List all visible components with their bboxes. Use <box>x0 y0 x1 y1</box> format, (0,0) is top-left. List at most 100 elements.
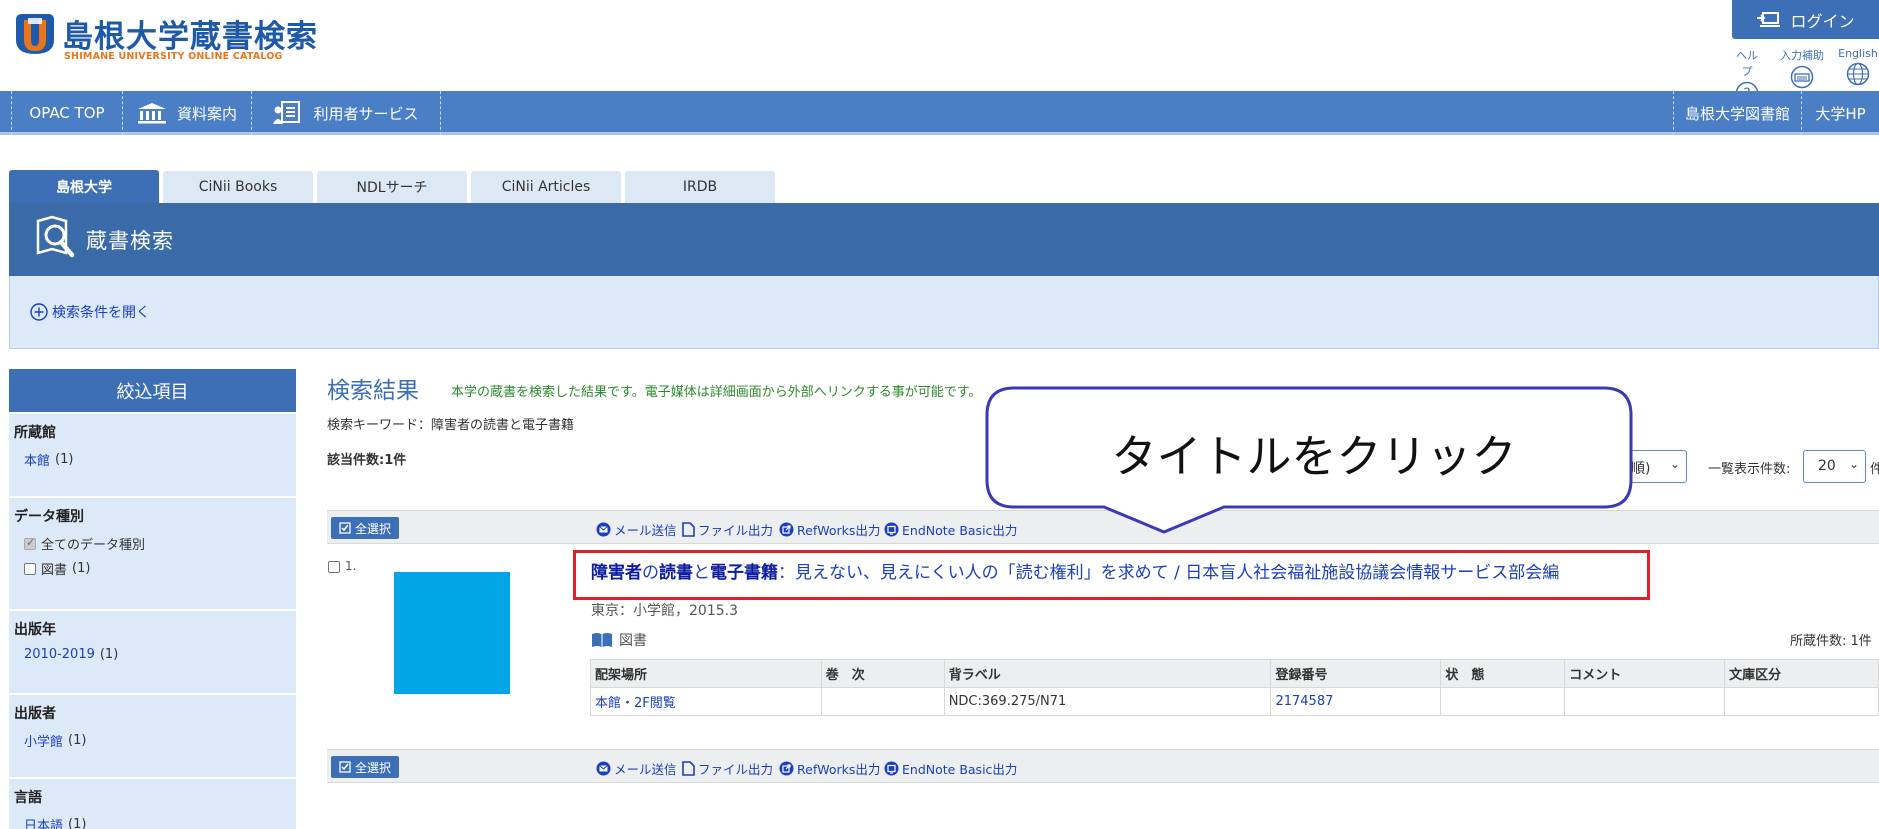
facet-item[interactable]: 小学館 (1) <box>24 731 291 750</box>
tab-cinii-articles[interactable]: CiNii Articles <box>471 171 621 203</box>
facet-label: 図書 <box>41 563 68 578</box>
nav-library-link[interactable]: 島根大学図書館 <box>1673 91 1802 135</box>
material-type-label: 図書 <box>619 633 647 649</box>
facet-count: (1) <box>72 561 91 576</box>
refworks-label: RefWorks出力 <box>797 523 881 538</box>
logo-subtitle: SHIMANE UNIVERSITY ONLINE CATALOG <box>64 51 283 62</box>
title-highlight-box <box>573 550 1650 600</box>
checkbox[interactable] <box>24 562 36 575</box>
export-icon <box>884 761 899 776</box>
facet-link[interactable]: 2010-2019 <box>24 647 95 662</box>
file-export-action[interactable]: ファイル出力 <box>682 759 773 778</box>
mail-icon <box>596 522 611 537</box>
facet-title: データ種別 <box>14 509 84 525</box>
email-action[interactable]: メール送信 <box>596 520 677 539</box>
result-count: 該当件数:1件 <box>327 453 407 468</box>
per-page-value: 20 <box>1818 458 1836 474</box>
english-label: English <box>1838 47 1878 60</box>
file-export-action[interactable]: ファイル出力 <box>682 520 773 539</box>
facet-title: 出版者 <box>14 706 56 722</box>
facet-link[interactable]: 日本語 <box>24 815 63 829</box>
tab-irdb[interactable]: IRDB <box>625 171 775 203</box>
file-icon <box>682 522 695 537</box>
help-label: ヘルプ <box>1736 49 1758 78</box>
select-all-label: 全選択 <box>355 760 392 775</box>
opac-page: 島根大学蔵書検索 SHIMANE UNIVERSITY ONLINE CATAL… <box>0 0 1879 829</box>
search-banner: 蔵書検索 <box>9 203 1879 276</box>
nav-user-services-label: 利用者サービス <box>313 104 419 123</box>
select-all-button[interactable]: 全選択 <box>331 517 400 539</box>
facet-item[interactable]: 図書 (1) <box>24 559 291 578</box>
english-link[interactable]: English <box>1838 47 1878 86</box>
chevron-down-icon: ⌄ <box>1669 457 1680 471</box>
keyboard-icon <box>1790 65 1814 89</box>
login-button[interactable]: ログイン <box>1732 0 1879 39</box>
facet-count: (1) <box>68 817 87 829</box>
facet-title: 所蔵館 <box>14 425 56 441</box>
file-export-label: ファイル出力 <box>698 523 774 538</box>
facet-item[interactable]: 日本語 (1) <box>24 815 291 829</box>
checkbox-icon <box>339 761 351 773</box>
book-icon <box>592 633 612 647</box>
select-all-label: 全選択 <box>355 521 392 536</box>
facet-count: (1) <box>68 733 87 748</box>
facet-item[interactable]: 全てのデータ種別 <box>24 534 291 553</box>
per-page-select[interactable]: 20 ⌄ <box>1803 450 1866 483</box>
holdings-header: 文庫区分 <box>1724 659 1879 688</box>
refworks-action[interactable]: RefWorks出力 <box>779 520 880 539</box>
facet-data-type: データ種別 全てのデータ種別 図書 (1) <box>9 496 296 609</box>
site-logo[interactable]: 島根大学蔵書検索 SHIMANE UNIVERSITY ONLINE CATAL… <box>12 8 317 62</box>
per-page-unit: 件 <box>1870 462 1879 477</box>
nav-materials-guide[interactable]: 資料案内 <box>123 91 252 135</box>
select-all-button[interactable]: 全選択 <box>331 756 400 778</box>
open-conditions-label: 検索条件を開く <box>52 305 150 321</box>
refworks-action[interactable]: RefWorks出力 <box>779 759 880 778</box>
tab-shimane[interactable]: 島根大学 <box>9 170 159 203</box>
filter-sidebar-header: 絞込項目 <box>9 369 296 412</box>
record-publisher: 東京：小学館，2015.3 <box>591 603 738 619</box>
nav-user-services[interactable]: 利用者サービス <box>252 91 441 135</box>
endnote-action[interactable]: EndNote Basic出力 <box>884 759 1017 778</box>
facet-item[interactable]: 2010-2019 (1) <box>24 647 291 662</box>
facet-pub-year: 出版年 2010-2019 (1) <box>9 609 296 693</box>
search-condition-panel: 検索条件を開く <box>9 276 1879 349</box>
book-cover-thumbnail[interactable] <box>394 572 510 694</box>
facet-title: 出版年 <box>14 622 56 638</box>
catalog-search-icon <box>36 215 75 258</box>
registration-number-link[interactable]: 2174587 <box>1275 694 1333 709</box>
holdings-header: 状 態 <box>1440 659 1566 688</box>
facet-item[interactable]: 本館 (1) <box>24 450 291 469</box>
facet-link[interactable]: 本館 <box>24 450 50 469</box>
holdings-header: 配架場所 <box>590 659 822 688</box>
results-note: 本学の蔵書を検索した結果です。電子媒体は詳細画面から外部へリンクする事が可能です… <box>451 385 982 400</box>
library-building-icon <box>137 103 166 124</box>
holdings-cell[interactable]: 2174587 <box>1270 687 1442 716</box>
results-title: 検索結果 <box>327 378 419 404</box>
tab-ndl-search[interactable]: NDLサーチ <box>317 171 467 203</box>
facet-link[interactable]: 小学館 <box>24 731 63 750</box>
record-checkbox[interactable] <box>328 561 340 573</box>
holdings-cell[interactable]: 本館・2F閲覧 <box>590 687 822 716</box>
checkbox[interactable] <box>24 536 36 550</box>
email-action-label: メール送信 <box>614 523 677 538</box>
holdings-header: 巻 次 <box>820 659 945 688</box>
login-label: ログイン <box>1790 11 1855 31</box>
facet-language: 言語 日本語 (1) <box>9 777 296 829</box>
location-link[interactable]: 本館・2F閲覧 <box>595 696 676 711</box>
email-action[interactable]: メール送信 <box>596 759 677 778</box>
holdings-header: 背ラベル <box>943 659 1272 688</box>
nav-materials-guide-label: 資料案内 <box>176 104 237 123</box>
tab-cinii-books[interactable]: CiNii Books <box>163 171 313 203</box>
holdings-cell <box>820 687 945 716</box>
banner-title: 蔵書検索 <box>86 229 174 253</box>
email-action-label: メール送信 <box>614 762 677 777</box>
callout-text: タイトルをクリック <box>1111 430 1517 483</box>
nav-university-link[interactable]: 大学HP <box>1802 91 1879 135</box>
open-conditions-link[interactable]: 検索条件を開く <box>30 302 150 322</box>
nav-library-label: 島根大学図書館 <box>1684 104 1790 123</box>
holdings-cell <box>1724 687 1879 716</box>
export-icon <box>884 522 899 537</box>
input-assist-link[interactable]: 入力補助 <box>1780 47 1824 89</box>
nav-opac-top[interactable]: OPAC TOP <box>11 91 123 135</box>
globe-icon <box>1846 62 1870 86</box>
